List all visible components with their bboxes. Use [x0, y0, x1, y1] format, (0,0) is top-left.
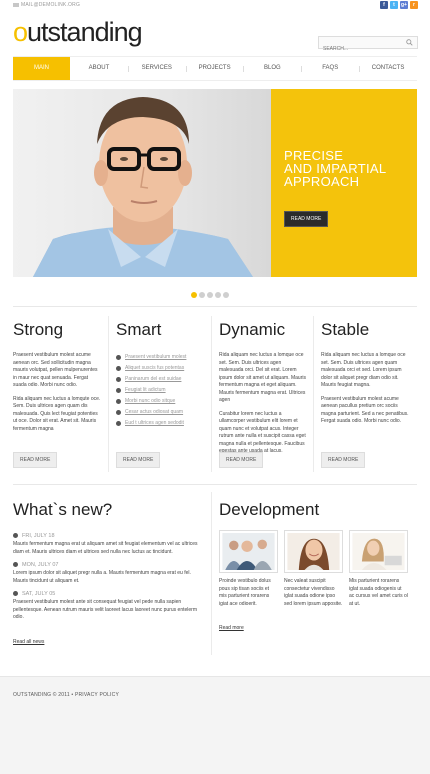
feature-text: Rida aliquam nec luctus a lomqute oce. S… — [13, 395, 101, 432]
feature-text: Rida aliquam nec luctus a lomque oce set… — [321, 352, 406, 388]
slider-pagination — [191, 292, 229, 298]
divider — [13, 306, 417, 307]
divider — [211, 492, 212, 655]
feature-title: Strong — [13, 320, 64, 339]
hero-photo — [13, 89, 271, 277]
search-box — [318, 36, 418, 55]
nav-blog[interactable]: BLOG — [243, 57, 301, 80]
search-icon[interactable] — [406, 39, 413, 46]
calendar-icon — [13, 591, 18, 596]
nav-contacts[interactable]: CONTACTS — [359, 57, 417, 80]
gallery-thumb[interactable] — [284, 530, 343, 573]
slide-dot[interactable] — [191, 292, 197, 298]
footer: OUTSTANDING © 2011 • PRIVACY POLICY — [0, 676, 430, 774]
development-text: Nec valeat suscipit consectetur vivendis… — [284, 578, 343, 607]
development-text: Mis parturient rorarens iglat suada odio… — [349, 578, 408, 607]
man-with-glasses-image — [33, 97, 253, 277]
news-date: SAT, JULY 05 — [13, 590, 201, 599]
development-read-more-link[interactable]: Read more — [219, 625, 244, 631]
whats-new-section: What`s new? FRI, JULY 18 Mauris fermentu… — [13, 500, 201, 648]
slide-dot[interactable] — [207, 292, 213, 298]
read-all-news-link[interactable]: Read all news — [13, 639, 44, 645]
development-text: Proinde vestibulo dolus pous sip tisan s… — [219, 578, 271, 607]
feature-smart: Smart Praesent vestibulum molest Aliquet… — [116, 320, 204, 429]
gallery-thumb[interactable] — [219, 530, 278, 573]
contact-email[interactable]: MAIL@DEMOLINK.ORG — [13, 2, 80, 8]
main-nav: MAIN ABOUT SERVICES PROJECTS BLOG FAQS C… — [13, 56, 417, 81]
divider — [13, 484, 417, 485]
section-title: What`s new? — [13, 500, 113, 519]
hero-read-more-wrap: READ MORE — [284, 207, 329, 227]
list-item[interactable]: Paninarum del est suidae — [116, 374, 204, 385]
gallery-thumb[interactable] — [349, 530, 408, 573]
strong-read-more-button[interactable]: READ MORE — [13, 452, 58, 468]
news-date: FRI, JULY 18 — [13, 532, 201, 541]
stable-read-more-button[interactable]: READ MORE — [321, 452, 366, 468]
feature-list: Praesent vestibulum molest Aliquet susci… — [116, 352, 204, 429]
section-title: Development — [219, 500, 320, 519]
feature-text: Praesent vestibulum molest acume aenean … — [321, 395, 409, 425]
nav-main[interactable]: MAIN — [13, 57, 70, 80]
twitter-icon[interactable]: t — [390, 1, 398, 9]
news-list: FRI, JULY 18 Mauris fermentum magna erat… — [13, 532, 201, 622]
development-texts: Proinde vestibulo dolus pous sip tisan s… — [219, 578, 417, 608]
social-links: f t g+ r — [380, 1, 418, 9]
search-input[interactable] — [319, 43, 401, 55]
feature-title: Smart — [116, 320, 162, 339]
list-item[interactable]: Morbi nunc odio sitque — [116, 396, 204, 407]
news-date: MON, JULY 07 — [13, 561, 201, 570]
feature-strong: Strong Praesent vestibulum molest acume … — [13, 320, 101, 439]
list-item[interactable]: Eud t ultrices agen sedodit — [116, 418, 204, 429]
feature-stable: Stable Rida aliquam nec luctus a lomque … — [321, 320, 409, 432]
nav-services[interactable]: SERVICES — [127, 57, 186, 80]
hero-slider: PRECISE AND IMPARTIAL APPROACH — [13, 89, 417, 277]
woman-at-laptop-image — [352, 533, 405, 570]
logo-o: o — [13, 17, 28, 47]
development-section: Development Proinde vestibulo dolus pous… — [219, 500, 417, 634]
divider — [211, 316, 212, 472]
list-item[interactable]: Praesent vestibulum molest — [116, 352, 204, 363]
list-item[interactable]: Aliquet suscis fus potentas — [116, 363, 204, 374]
list-item[interactable]: Feugiat lit adictum — [116, 385, 204, 396]
nav-about[interactable]: ABOUT — [70, 57, 128, 80]
feature-text: Praesent vestibulum molest acume aenean … — [13, 352, 98, 388]
feature-dynamic: Dynamic Rida aliquam nec luctus a lomque… — [219, 320, 307, 462]
feature-title: Stable — [321, 320, 370, 339]
logo-text: utstanding — [27, 17, 143, 47]
top-bar: MAIL@DEMOLINK.ORG f t g+ r — [0, 0, 430, 12]
hero-line-3: APPROACH — [284, 174, 360, 189]
smiling-woman-image — [287, 533, 340, 570]
feature-title: Dynamic — [219, 320, 286, 339]
news-text: Lorem ipsum dolor sit aliquet pregr null… — [13, 570, 191, 584]
feature-text: Curabitur lorem nec luctus a ullamcorper… — [219, 410, 306, 455]
slide-dot[interactable] — [215, 292, 221, 298]
news-text: Mauris fermentum magna erat ut aliquam a… — [13, 541, 198, 555]
slide-dot[interactable] — [223, 292, 229, 298]
divider — [313, 316, 314, 472]
team-photo-image — [222, 533, 275, 570]
footer-copyright[interactable]: OUTSTANDING © 2011 • PRIVACY POLICY — [13, 692, 119, 698]
dynamic-read-more-button[interactable]: READ MORE — [219, 452, 264, 468]
smart-read-more-button[interactable]: READ MORE — [116, 452, 161, 468]
calendar-icon — [13, 533, 18, 538]
rss-icon[interactable]: r — [410, 1, 418, 9]
development-gallery — [219, 530, 417, 573]
nav-faqs[interactable]: FAQS — [301, 57, 359, 80]
slide-dot[interactable] — [199, 292, 205, 298]
nav-projects[interactable]: PROJECTS — [185, 57, 244, 80]
facebook-icon[interactable]: f — [380, 1, 388, 9]
hero-read-more-button[interactable]: READ MORE — [284, 211, 329, 227]
news-text: Praesent vestibulum molest ante sit cons… — [13, 599, 197, 620]
feature-text: Rida aliquam nec luctus a lomque oce set… — [219, 352, 306, 403]
hero-headline: PRECISE AND IMPARTIAL APPROACH — [284, 149, 386, 188]
google-plus-icon[interactable]: g+ — [400, 1, 408, 9]
site-logo[interactable]: outstanding — [13, 15, 143, 49]
divider — [108, 316, 109, 472]
calendar-icon — [13, 562, 18, 567]
list-item[interactable]: Cesar actus odiosat quam — [116, 407, 204, 418]
